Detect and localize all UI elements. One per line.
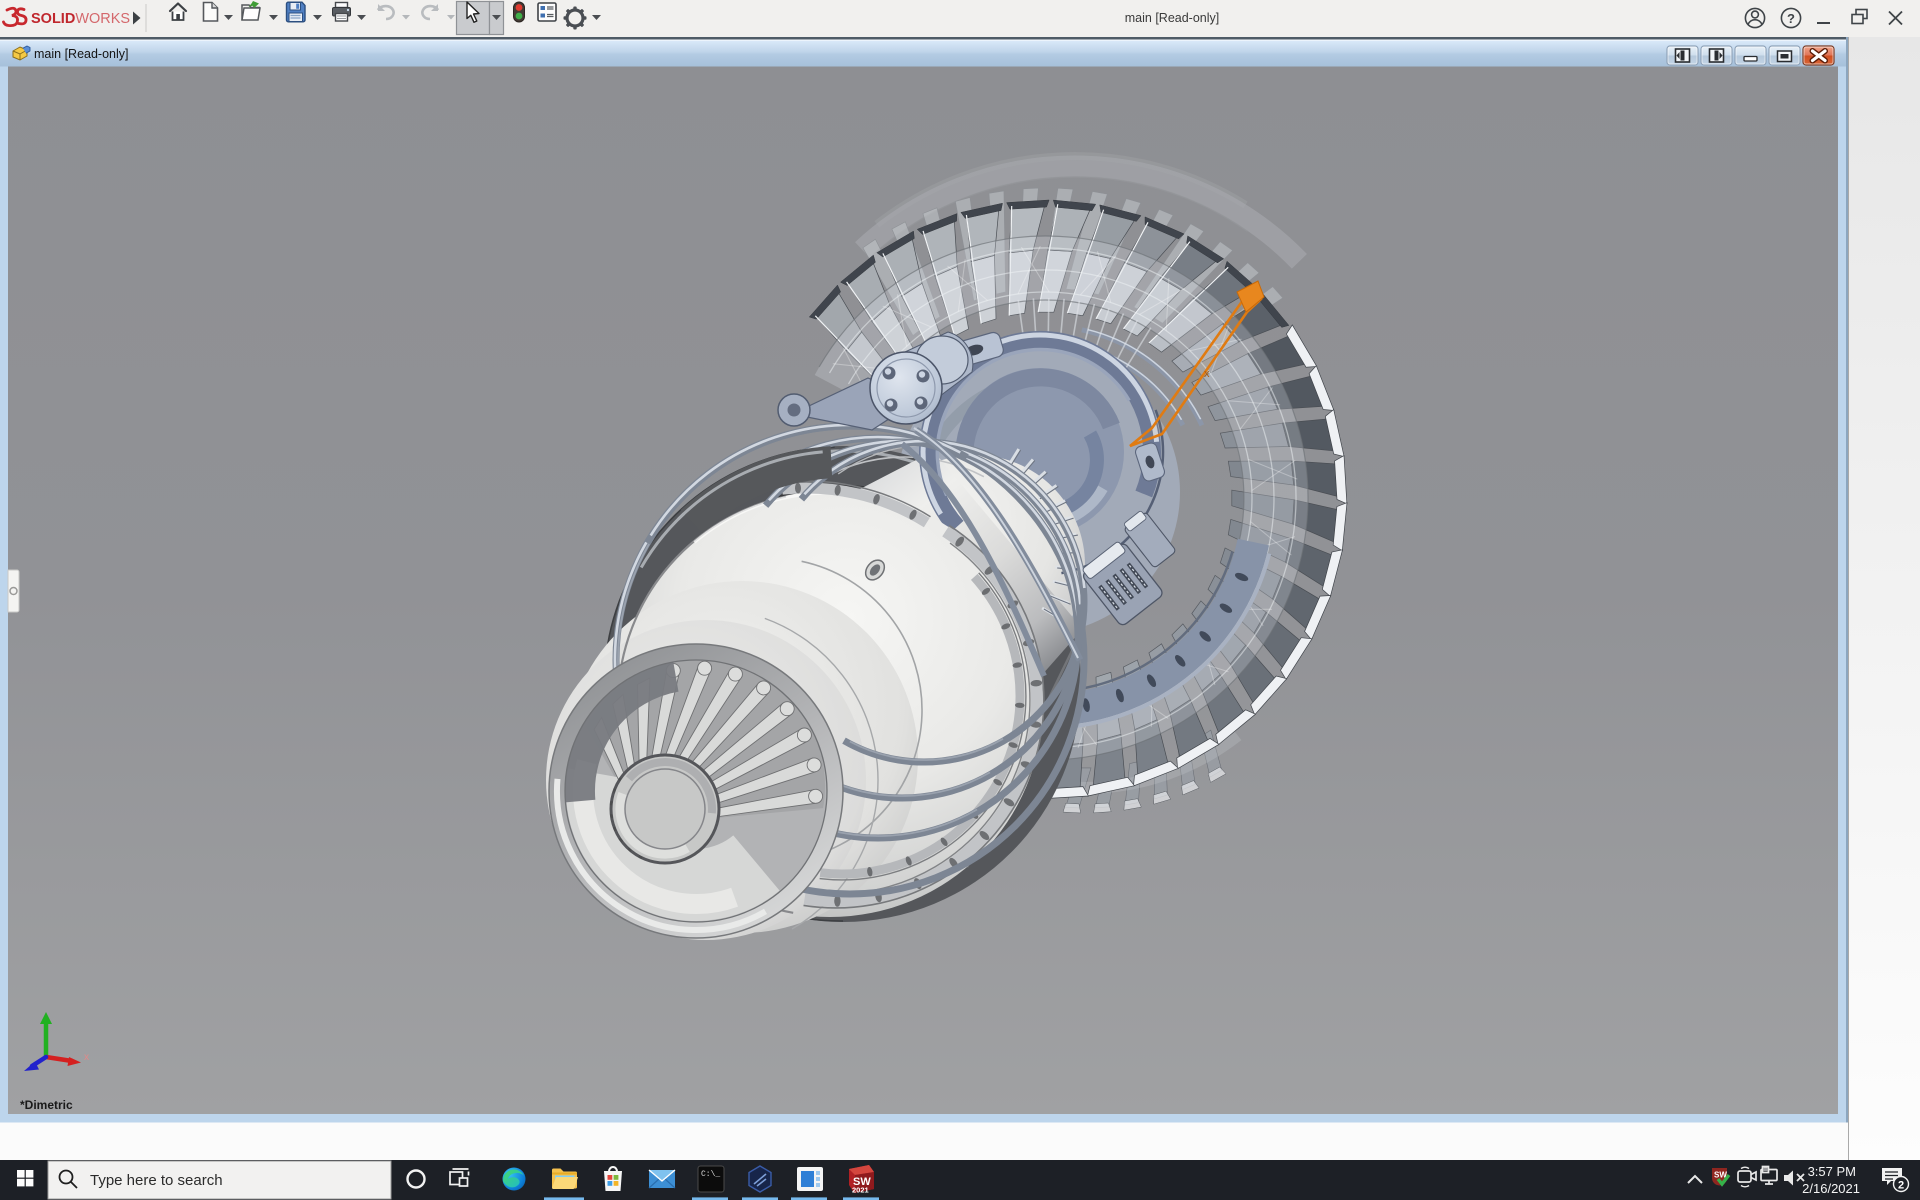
svg-text:2021: 2021 [852,1186,869,1195]
svg-text:?: ? [1787,11,1795,26]
svg-text:main [Read-only]: main [Read-only] [34,47,129,61]
svg-text:SOLIDWORKS: SOLIDWORKS [31,11,130,27]
svg-text:*Dimetric: *Dimetric [20,1098,73,1112]
svg-text:2/16/2021: 2/16/2021 [1802,1181,1860,1196]
svg-text:Type here to search: Type here to search [90,1172,223,1189]
svg-text:x: x [84,1052,89,1063]
svg-text:2: 2 [1898,1180,1904,1192]
svg-text:x: x [1204,368,1210,380]
svg-text:3:57 PM: 3:57 PM [1808,1164,1856,1179]
svg-text:C:\_: C:\_ [701,1170,720,1179]
svg-text:main [Read-only]: main [Read-only] [1125,11,1220,25]
